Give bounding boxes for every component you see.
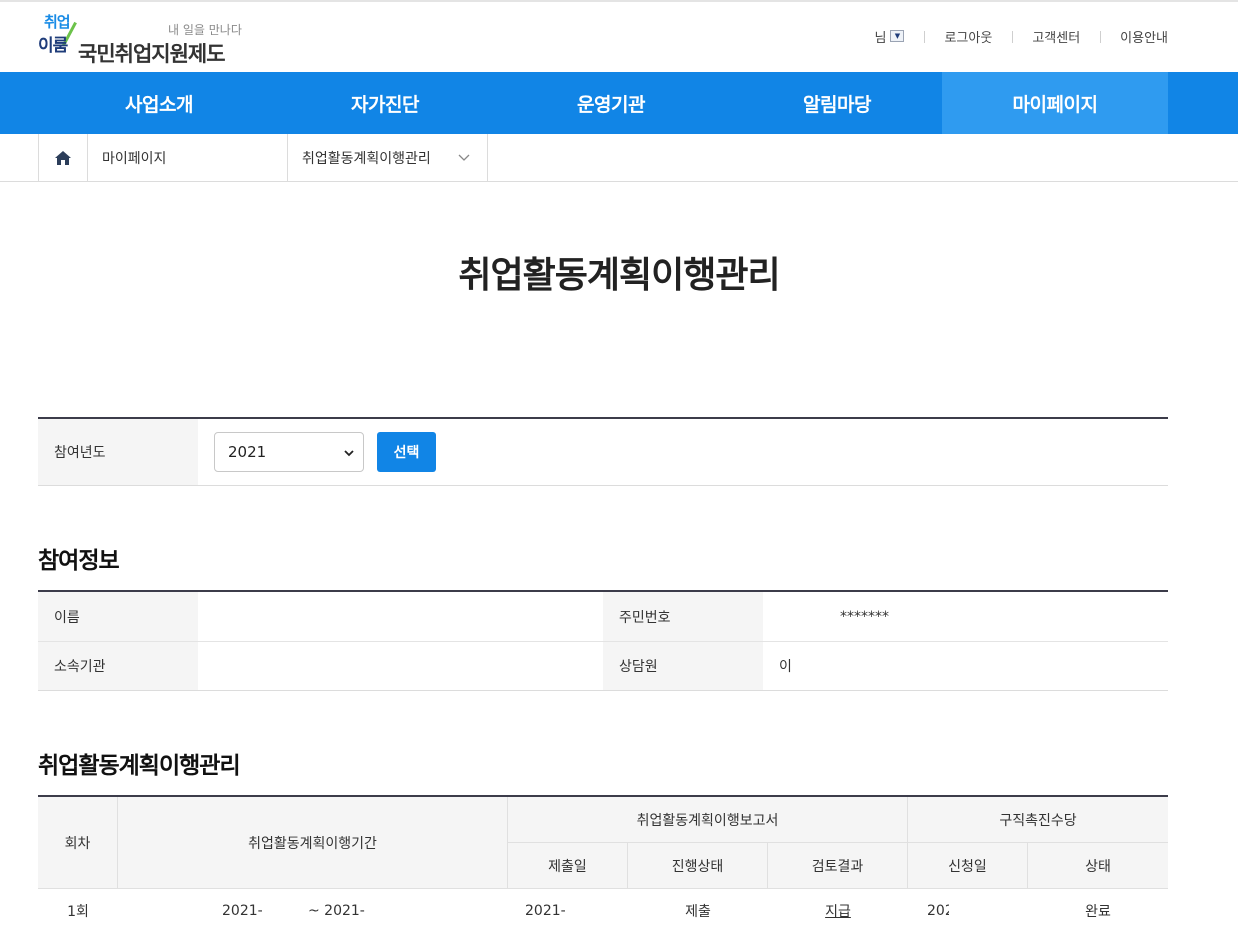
customer-center-label: 고객센터 xyxy=(1032,30,1081,46)
header-apply-date: 신청일 xyxy=(908,843,1028,889)
breadcrumb-mypage[interactable]: 마이페이지 xyxy=(88,134,288,181)
site-header: 취업 이룸 내 일을 만나다 국민취업지원제도 님 ▼ 로그아웃 고객센터 이용… xyxy=(0,2,1238,72)
site-logo[interactable]: 취업 이룸 내 일을 만나다 국민취업지원제도 xyxy=(38,11,268,67)
nav-item-business-intro[interactable]: 사업소개 xyxy=(46,72,272,134)
select-button[interactable]: 선택 xyxy=(377,432,436,472)
breadcrumb-level1-label: 마이페이지 xyxy=(102,150,167,167)
guide-label: 이용안내 xyxy=(1120,30,1168,46)
header-review: 검토결과 xyxy=(768,843,908,889)
name-value xyxy=(198,592,603,641)
logo-mark-top: 취업 xyxy=(44,13,71,31)
header-report-group: 취업활동계획이행보고서 xyxy=(508,797,908,843)
row-progress: 제출 xyxy=(685,904,711,920)
breadcrumb-level2-label: 취업활동계획이행관리 xyxy=(302,150,431,167)
page-title: 취업활동계획이행관리 xyxy=(458,255,780,296)
rrn-value: ******* xyxy=(840,608,889,625)
row-period-end: ~ 2021- xyxy=(308,903,365,919)
nav-item-mypage[interactable]: 마이페이지 xyxy=(942,72,1168,134)
participation-section-title: 참여정보 xyxy=(38,548,120,574)
table-row: 이름 주민번호 ******* xyxy=(38,592,1168,642)
row-period-start: 2021- xyxy=(222,903,263,919)
org-value xyxy=(198,642,603,690)
row-status: 완료 xyxy=(1085,904,1111,920)
header-status: 상태 xyxy=(1028,843,1168,889)
header-period: 취업활동계획이행기간 xyxy=(118,797,508,889)
logout-label: 로그아웃 xyxy=(944,30,993,46)
row-review-link[interactable]: 지급 xyxy=(768,889,908,932)
logo-name: 국민취업지원제도 xyxy=(78,42,226,66)
logout-link[interactable]: 로그아웃 xyxy=(924,27,1012,46)
year-filter-label: 참여년도 xyxy=(38,419,198,485)
org-label: 소속기관 xyxy=(38,642,198,690)
rrn-label: 주민번호 xyxy=(603,592,763,641)
user-suffix: 님 xyxy=(874,30,887,46)
row-apply-date: 202 xyxy=(927,903,949,919)
main-nav: 사업소개 자가진단 운영기관 알림마당 마이페이지 xyxy=(0,72,1238,134)
plan-table: 회차 취업활동계획이행기간 취업활동계획이행보고서 구직촉진수당 제출일 진행상… xyxy=(38,795,1168,932)
header-round: 회차 xyxy=(38,797,118,889)
name-label: 이름 xyxy=(38,592,198,641)
user-menu[interactable]: 님 ▼ xyxy=(855,27,925,46)
guide-link[interactable]: 이용안내 xyxy=(1100,27,1168,46)
logo-mark-bottom: 이룸 xyxy=(38,36,68,56)
year-filter: 참여년도 2021 선택 xyxy=(38,417,1168,486)
header-allowance-group: 구직촉진수당 xyxy=(908,797,1168,843)
plan-section-title: 취업활동계획이행관리 xyxy=(38,753,241,779)
logo-slogan: 내 일을 만나다 xyxy=(168,23,242,37)
nav-item-notices[interactable]: 알림마당 xyxy=(724,72,950,134)
chevron-down-icon xyxy=(458,154,470,161)
row-submit-date: 2021- xyxy=(525,903,566,919)
header-submit-date: 제출일 xyxy=(508,843,628,889)
utility-nav: 님 ▼ 로그아웃 고객센터 이용안내 xyxy=(855,26,1168,46)
breadcrumb: 마이페이지 취업활동계획이행관리 xyxy=(0,134,1238,182)
header-progress: 진행상태 xyxy=(628,843,768,889)
breadcrumb-current-dropdown[interactable]: 취업활동계획이행관리 xyxy=(288,134,488,181)
counselor-label: 상담원 xyxy=(603,642,763,690)
chevron-down-icon xyxy=(344,450,354,457)
year-select-value: 2021 xyxy=(228,443,267,461)
nav-item-operating-agencies[interactable]: 운영기관 xyxy=(498,72,724,134)
nav-item-self-diagnosis[interactable]: 자가진단 xyxy=(272,72,498,134)
home-icon xyxy=(55,150,71,165)
counselor-value: 이 xyxy=(779,659,792,675)
dropdown-arrow-icon[interactable]: ▼ xyxy=(890,30,905,42)
year-select[interactable]: 2021 xyxy=(214,432,364,472)
participation-table: 이름 주민번호 ******* 소속기관 상담원 이 xyxy=(38,590,1168,691)
breadcrumb-home[interactable] xyxy=(38,134,88,181)
customer-center-link[interactable]: 고객센터 xyxy=(1012,27,1100,46)
table-row: 소속기관 상담원 이 xyxy=(38,642,1168,691)
row-round: 1회 xyxy=(67,904,89,920)
